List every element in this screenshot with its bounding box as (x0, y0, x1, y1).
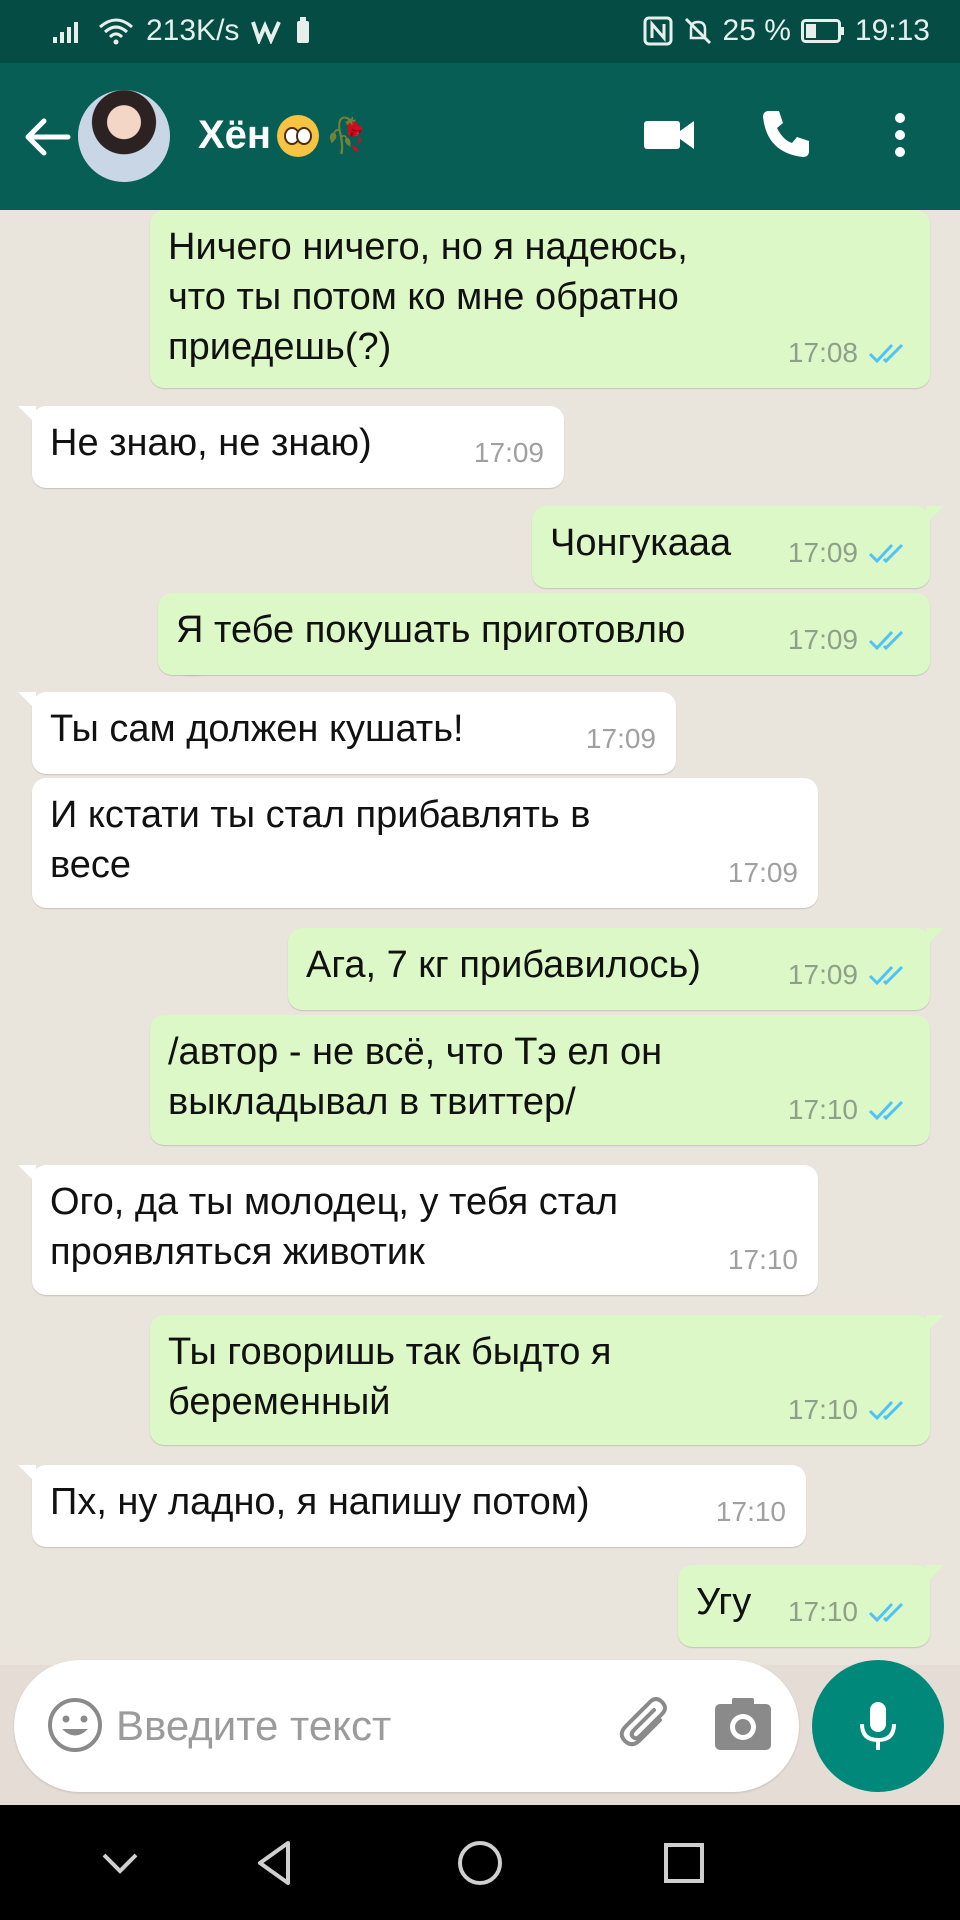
nav-back-icon[interactable] (248, 1835, 304, 1891)
chat-header: Хён 🥀 (0, 63, 960, 210)
bubble-tail (18, 406, 36, 424)
message-incoming[interactable]: Ого, да ты молодец, у тебя стал проявлят… (18, 1165, 818, 1295)
bubble-tail (926, 1565, 944, 1583)
mic-button[interactable] (812, 1660, 944, 1792)
message-time: 17:08 (787, 337, 858, 368)
message-incoming[interactable]: И кстати ты стал прибавлять в весе 17:09 (32, 778, 818, 908)
double-check-icon (868, 1100, 904, 1121)
message-incoming[interactable]: Ты сам должен кушать! 17:09 (18, 692, 676, 774)
message-time: 17:10 (787, 1394, 858, 1425)
message-outgoing[interactable]: /автор - не всё, что Тэ ел он выкладывал… (150, 1015, 930, 1145)
contact-name-text: Хён (198, 113, 272, 157)
wifi-icon (99, 18, 133, 45)
system-nav-bar (0, 1805, 960, 1920)
network-speed: 213K/s (146, 14, 240, 47)
emoji-icon[interactable] (44, 1694, 106, 1756)
message-text: Не знаю, не знаю) (50, 422, 372, 464)
double-check-icon (868, 630, 904, 651)
message-meta: 17:09 (788, 950, 910, 1000)
more-vert-icon[interactable] (870, 105, 930, 165)
hide-keyboard-icon[interactable] (92, 1835, 148, 1891)
message-outgoing[interactable]: Ничего ничего, но я надеюсь, что ты пото… (150, 210, 930, 388)
message-outgoing[interactable]: Ага, 7 кг прибавилось) 17:09 (288, 928, 944, 1010)
message-time: 17:09 (585, 723, 656, 754)
message-text: Ого, да ты молодец, у тебя стал проявлят… (50, 1181, 619, 1273)
back-arrow-icon[interactable] (20, 109, 76, 165)
battery-icon (800, 19, 844, 43)
message-time: 17:10 (787, 1094, 858, 1125)
video-call-icon[interactable] (640, 105, 700, 165)
message-text: Ты сам должен кушать! (50, 708, 464, 750)
message-meta: 17:10 (788, 1085, 910, 1135)
nav-home-icon[interactable] (452, 1835, 508, 1891)
chat-area[interactable]: Ничего ничего, но я надеюсь, что ты пото… (0, 210, 960, 1665)
message-meta: 17:10 (728, 1235, 798, 1285)
battery-saver-icon (297, 17, 310, 43)
message-meta: 17:09 (586, 714, 656, 764)
clock: 19:13 (854, 14, 930, 47)
battery-percent: 25 % (722, 14, 791, 47)
camera-icon[interactable] (712, 1694, 774, 1756)
message-incoming[interactable]: Не знаю, не знаю) 17:09 (18, 406, 564, 488)
double-check-icon (868, 543, 904, 564)
message-outgoing[interactable]: Ты говоришь так быдто я беременный 17:10 (150, 1315, 944, 1445)
message-time: 17:09 (787, 624, 858, 655)
message-time: 17:09 (473, 437, 544, 468)
message-time: 17:09 (787, 537, 858, 568)
message-meta: 17:09 (474, 428, 544, 478)
contact-name[interactable]: Хён 🥀 (198, 113, 367, 158)
message-outgoing[interactable]: Я тебе покушать приготовлю 17:09 (158, 593, 930, 675)
message-time: 17:09 (727, 857, 798, 888)
nfc-icon (643, 16, 673, 46)
message-meta: 17:09 (788, 528, 910, 578)
message-outgoing[interactable]: Угу 17:10 (678, 1565, 944, 1647)
bubble-tail (926, 1315, 944, 1333)
phone-icon[interactable] (755, 105, 815, 165)
message-time: 17:10 (715, 1496, 786, 1527)
message-text: И кстати ты стал прибавлять в весе (50, 794, 591, 886)
bubble-tail (18, 1165, 36, 1183)
mute-icon (684, 17, 711, 45)
signal-icon (53, 22, 78, 43)
app-notification-icon (251, 20, 282, 44)
status-bar: 213K/s 25 % 19:13 (0, 0, 960, 63)
message-input-bar: Введите текст (14, 1660, 799, 1792)
message-meta: 17:08 (788, 328, 910, 378)
bubble-tail (18, 692, 36, 710)
nav-recents-icon[interactable] (656, 1835, 712, 1891)
pleading-face-emoji-icon (277, 114, 320, 157)
bubble-tail (926, 928, 944, 946)
message-meta: 17:10 (788, 1385, 910, 1435)
attach-icon[interactable] (616, 1694, 678, 1756)
message-meta: 17:09 (788, 615, 910, 665)
message-input[interactable]: Введите текст (116, 1702, 391, 1750)
message-meta: 17:09 (728, 848, 798, 898)
mic-icon (860, 1702, 896, 1750)
bubble-tail (926, 506, 944, 524)
wilted-rose-emoji-icon: 🥀 (325, 116, 368, 155)
message-meta: 17:10 (716, 1487, 786, 1537)
double-check-icon (868, 1602, 904, 1623)
bubble-tail (18, 1465, 36, 1483)
message-incoming[interactable]: Пх, ну ладно, я напишу потом) 17:10 (18, 1465, 806, 1547)
double-check-icon (868, 965, 904, 986)
message-outgoing[interactable]: Чонгукааа 17:09 (532, 506, 944, 588)
message-time: 17:10 (787, 1596, 858, 1627)
message-meta: 17:10 (788, 1587, 910, 1637)
message-text: Пх, ну ладно, я напишу потом) (50, 1481, 590, 1523)
avatar[interactable] (78, 90, 170, 182)
double-check-icon (868, 1400, 904, 1421)
message-time: 17:09 (787, 959, 858, 990)
double-check-icon (868, 343, 904, 364)
message-time: 17:10 (727, 1244, 798, 1275)
